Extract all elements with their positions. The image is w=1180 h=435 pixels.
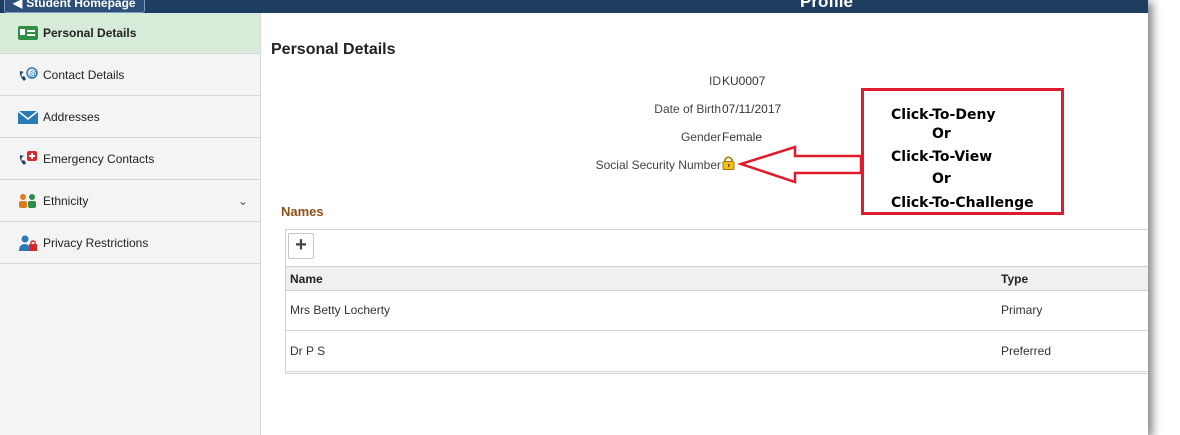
callout-line-view: Click-To-View	[891, 149, 993, 165]
sidebar-item-label: Addresses	[43, 110, 100, 124]
screenshot-frame: ◀ Student Homepage Profile Personal Detai…	[0, 0, 1148, 435]
gender-label: Gender	[680, 130, 721, 144]
name-column-header: Name	[290, 272, 323, 286]
page-title: Personal Details	[271, 41, 396, 58]
sidebar-item-label: Personal Details	[43, 26, 137, 40]
lock-icon	[722, 156, 735, 173]
person-lock-icon	[18, 235, 38, 251]
svg-text:@: @	[29, 69, 37, 78]
main-content: Personal Details ID KU0007 Date of Birth…	[261, 13, 1148, 435]
annotation-arrow	[736, 145, 863, 184]
sidebar-item-contact-details[interactable]: @ Contact Details	[0, 55, 260, 96]
phone-emergency-icon	[18, 151, 38, 167]
plus-icon: +	[295, 234, 307, 256]
callout-line-challenge: Click-To-Challenge	[891, 195, 1034, 211]
table-row[interactable]: Mrs Betty Locherty Primary	[286, 290, 1148, 331]
people-icon	[18, 193, 38, 209]
sidebar-item-privacy-restrictions[interactable]: Privacy Restrictions	[0, 223, 260, 264]
name-cell: Dr P S	[290, 344, 326, 358]
sidebar-item-emergency-contacts[interactable]: Emergency Contacts	[0, 139, 260, 180]
id-card-icon	[18, 25, 38, 41]
callout-line-deny: Click-To-Deny	[891, 107, 996, 123]
id-value: KU0007	[722, 74, 766, 88]
type-cell: Primary	[1001, 303, 1043, 317]
sidebar-item-label: Emergency Contacts	[43, 152, 155, 166]
sidebar-item-label: Ethnicity	[43, 194, 89, 208]
annotation-callout: Click-To-Deny Or Click-To-View Or Click-…	[861, 88, 1064, 215]
top-banner: ◀ Student Homepage Profile	[0, 0, 1148, 13]
type-cell: Preferred	[1001, 344, 1052, 358]
dob-value: 07/11/2017	[722, 102, 782, 116]
sidebar-item-personal-details[interactable]: Personal Details	[0, 13, 260, 54]
home-button-label: Student Homepage	[26, 0, 136, 10]
names-grid: + Name Type Mrs Betty Locherty Primary D…	[285, 229, 1148, 374]
name-cell: Mrs Betty Locherty	[290, 303, 391, 317]
sidebar-item-ethnicity[interactable]: Ethnicity ⌄	[0, 181, 260, 222]
dob-label: Date of Birth	[654, 102, 721, 116]
table-row[interactable]: Dr P S Preferred	[286, 331, 1148, 372]
student-homepage-button[interactable]: ◀ Student Homepage	[4, 0, 145, 13]
grid-header-row: Name Type	[286, 266, 1148, 291]
callout-line-or: Or	[932, 171, 951, 187]
sidebar-item-label: Contact Details	[43, 68, 125, 82]
sidebar-item-addresses[interactable]: Addresses	[0, 97, 260, 138]
envelope-icon	[18, 109, 38, 125]
chevron-down-icon: ⌄	[237, 194, 248, 208]
add-name-button[interactable]: +	[288, 233, 314, 259]
id-label: ID	[709, 74, 721, 88]
ssn-lock-button[interactable]	[722, 155, 735, 173]
names-section-heading: Names	[281, 204, 324, 219]
type-column-header: Type	[1001, 272, 1029, 286]
phone-email-icon: @	[18, 67, 38, 83]
callout-line-or: Or	[932, 126, 951, 142]
ssn-label: Social Security Number	[595, 158, 721, 172]
sidebar: Personal Details @ Contact Details Addre…	[0, 13, 261, 435]
sidebar-item-label: Privacy Restrictions	[43, 236, 149, 250]
page-header-title: Profile	[800, 0, 853, 11]
back-arrow-icon: ◀	[13, 0, 23, 10]
